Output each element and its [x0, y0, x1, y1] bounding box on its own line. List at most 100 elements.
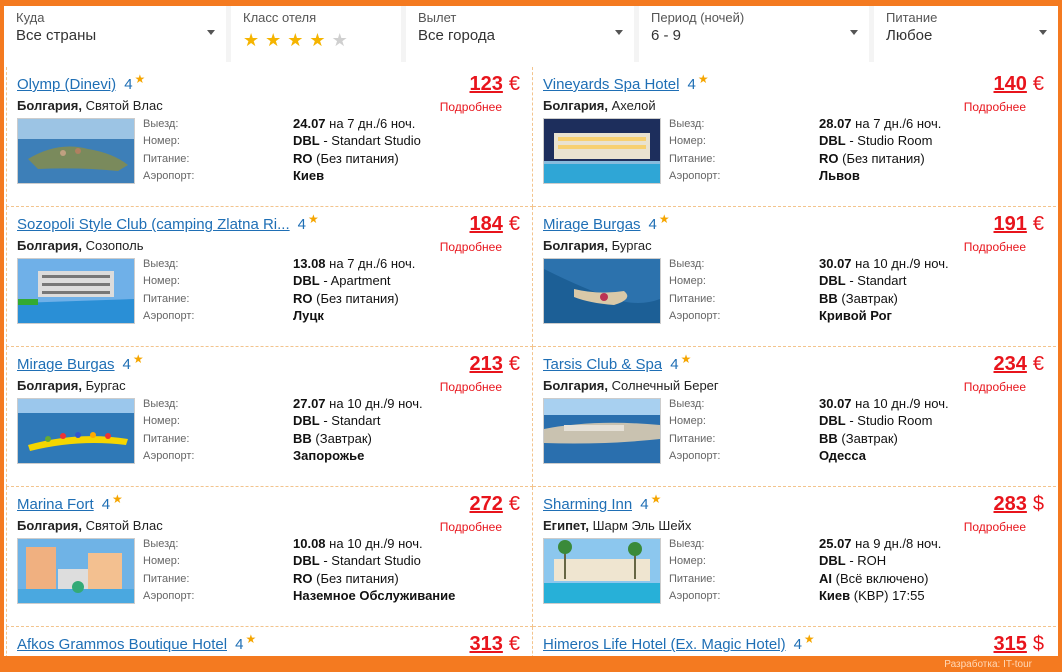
- period-label: Период (ночей): [651, 10, 745, 25]
- hotel-class-stars[interactable]: ★ ★ ★ ★ ★: [243, 31, 400, 49]
- star-icon[interactable]: ★: [332, 31, 348, 49]
- details-link[interactable]: Подробнее: [964, 240, 1026, 254]
- tour-price[interactable]: 213 €: [470, 353, 521, 376]
- room-value: DBL - Standart: [293, 413, 381, 429]
- tour-details: Выезд: 28.07 на 7 дн./6 ноч. Номер: DBL - S…: [669, 116, 1049, 184]
- tour-price[interactable]: 140 €: [994, 73, 1045, 96]
- hotel-photo[interactable]: [543, 258, 661, 324]
- hotel-name-link[interactable]: Sozopoli Style Club (camping Zlatna Ri..…: [17, 216, 290, 233]
- hotel-name-link[interactable]: Sharming Inn: [543, 496, 632, 513]
- price-amount[interactable]: 313: [470, 633, 503, 655]
- meal-select[interactable]: Питание Любое: [874, 6, 1058, 62]
- details-link[interactable]: Подробнее: [964, 100, 1026, 114]
- price-amount[interactable]: 123: [470, 73, 503, 95]
- price-amount[interactable]: 234: [994, 353, 1027, 375]
- city: Шарм Эль Шейх: [592, 518, 692, 533]
- tour-price[interactable]: 315 $: [994, 633, 1045, 656]
- hotel-photo[interactable]: [17, 398, 135, 464]
- price-amount[interactable]: 191: [994, 213, 1027, 235]
- hotel-name-link[interactable]: Mirage Burgas: [543, 216, 641, 233]
- city: Солнечный Берег: [611, 378, 719, 393]
- tour-price[interactable]: 184 €: [470, 213, 521, 236]
- price-currency: €: [1032, 353, 1044, 375]
- departure-select[interactable]: Вылет Все города: [406, 6, 634, 62]
- departure-key: Выезд:: [669, 398, 705, 410]
- details-link[interactable]: Подробнее: [964, 380, 1026, 394]
- meal-value: RO (Без питания): [293, 150, 399, 166]
- details-link[interactable]: Подробнее: [964, 520, 1026, 534]
- room-value: DBL - Standart Studio: [293, 553, 421, 569]
- airport-value: Кривой Рог: [819, 307, 892, 323]
- room-value: DBL - Studio Room: [819, 413, 933, 429]
- room-key: Номер:: [669, 415, 706, 428]
- details-link[interactable]: Подробнее: [440, 520, 502, 534]
- footer-credit[interactable]: Разработка: IT-tour: [944, 659, 1032, 670]
- hotel-photo[interactable]: [543, 118, 661, 184]
- hotel-rating: 4 ★: [687, 72, 708, 93]
- tour-price[interactable]: 283 $: [994, 493, 1045, 516]
- meal-key: Питание:: [143, 572, 190, 585]
- period-value: 6 - 9: [651, 27, 682, 44]
- hotel-name-link[interactable]: Olymp (Dinevi): [17, 76, 116, 93]
- tour-price[interactable]: 191 €: [994, 213, 1045, 236]
- hotel-name-link[interactable]: Marina Fort: [17, 496, 94, 513]
- star-icon[interactable]: ★: [243, 31, 259, 49]
- price-amount[interactable]: 283: [994, 493, 1027, 515]
- right-orange-border: [1058, 0, 1062, 672]
- hotel-name-link[interactable]: Tarsis Club & Spa: [543, 356, 662, 373]
- chevron-down-icon: [615, 30, 623, 35]
- price-amount[interactable]: 140: [994, 73, 1027, 95]
- hotel-rating: 4 ★: [124, 72, 145, 93]
- tour-price[interactable]: 123 €: [470, 73, 521, 96]
- hotel-name-link[interactable]: Afkos Grammos Boutique Hotel: [17, 636, 227, 653]
- rating-value: 4: [793, 636, 802, 653]
- star-icon: ★: [680, 352, 692, 366]
- price-amount[interactable]: 184: [470, 213, 503, 235]
- price-amount[interactable]: 213: [470, 353, 503, 375]
- hotel-name-link[interactable]: Vineyards Spa Hotel: [543, 76, 679, 93]
- hotel-photo[interactable]: [17, 258, 135, 324]
- tour-card: Mirage Burgas 4 ★ 213 € Подробнее Болгария, Бу…: [6, 347, 533, 487]
- tour-details: Выезд: 30.07 на 10 дн./9 ноч. Номер: DBL - …: [669, 396, 1049, 464]
- price-currency: €: [508, 353, 520, 375]
- airport-key: Аэропорт:: [143, 309, 195, 322]
- country: Болгария,: [17, 378, 82, 393]
- room-value: DBL - Standart Studio: [293, 133, 421, 149]
- star-icon[interactable]: ★: [265, 31, 281, 49]
- hotel-photo[interactable]: [543, 538, 661, 604]
- room-key: Номер:: [143, 275, 180, 288]
- room-value: DBL - Apartment: [293, 273, 391, 289]
- star-icon[interactable]: ★: [309, 31, 325, 49]
- departure-value: 30.07 на 10 дн./9 ноч.: [819, 396, 949, 411]
- meal-key: Питание:: [669, 292, 716, 305]
- meal-value: BB (Завтрак): [819, 430, 898, 446]
- details-link[interactable]: Подробнее: [440, 380, 502, 394]
- tour-price[interactable]: 234 €: [994, 353, 1045, 376]
- tour-price[interactable]: 313 €: [470, 633, 521, 656]
- meal-label: Питание: [886, 10, 938, 25]
- star-icon[interactable]: ★: [287, 31, 303, 49]
- city: Бургас: [611, 238, 652, 253]
- room-value: DBL - Standart: [819, 273, 907, 289]
- price-amount[interactable]: 315: [994, 633, 1027, 655]
- hotel-photo[interactable]: [543, 398, 661, 464]
- rating-value: 4: [640, 496, 649, 513]
- departure-key: Выезд:: [669, 258, 705, 270]
- details-link[interactable]: Подробнее: [440, 100, 502, 114]
- meal-value: RO (Без питания): [819, 150, 925, 166]
- search-filters: Куда Все страны Класс отеля ★ ★ ★ ★ ★ Вылет …: [4, 6, 1058, 62]
- hotel-class-filter[interactable]: Класс отеля ★ ★ ★ ★ ★: [231, 6, 401, 62]
- room-key: Номер:: [143, 555, 180, 568]
- details-link[interactable]: Подробнее: [440, 240, 502, 254]
- hotel-name-link[interactable]: Mirage Burgas: [17, 356, 115, 373]
- tour-price[interactable]: 272 €: [470, 493, 521, 516]
- departure-value: 24.07 на 7 дн./6 ноч.: [293, 116, 416, 131]
- hotel-name-link[interactable]: Himeros Life Hotel (Ex. Magic Hotel): [543, 636, 786, 653]
- destination-select[interactable]: Куда Все страны: [4, 6, 226, 62]
- period-select[interactable]: Период (ночей) 6 - 9: [639, 6, 869, 62]
- room-value: DBL - Studio Room: [819, 133, 933, 149]
- hotel-photo[interactable]: [17, 538, 135, 604]
- room-key: Номер:: [669, 275, 706, 288]
- price-amount[interactable]: 272: [470, 493, 503, 515]
- hotel-photo[interactable]: [17, 118, 135, 184]
